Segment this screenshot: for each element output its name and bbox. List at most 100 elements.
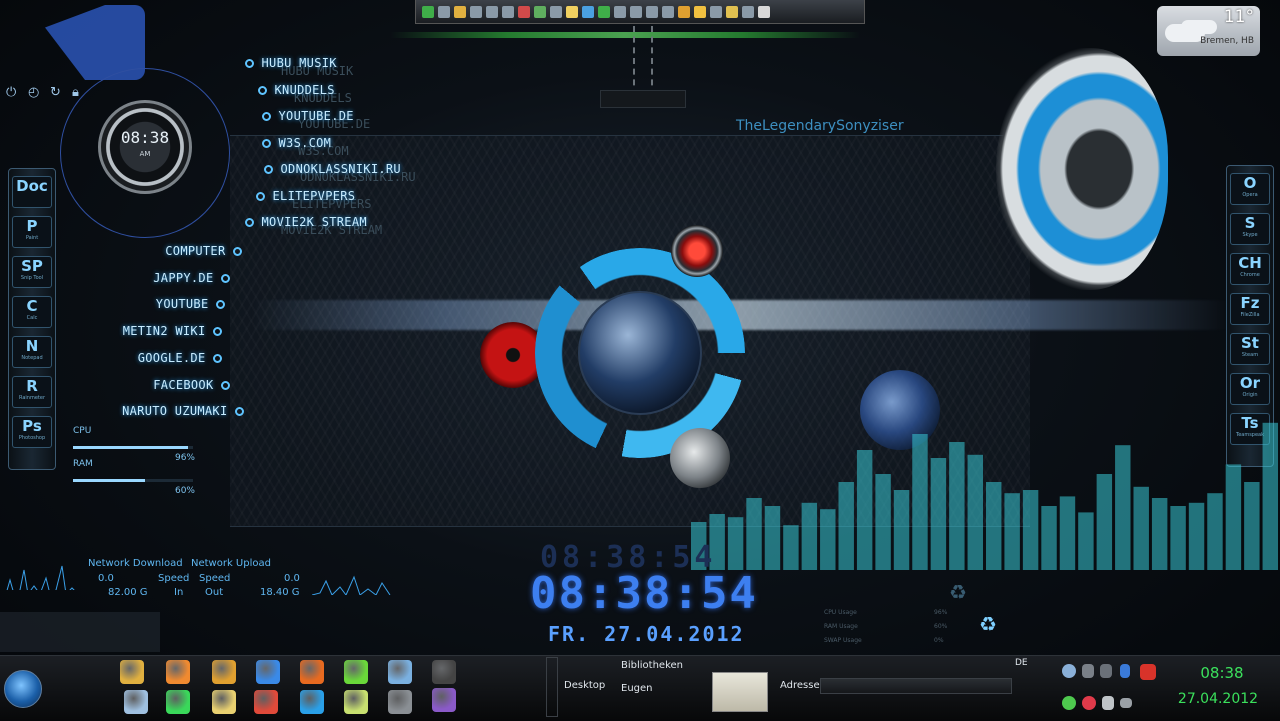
toolbar-icon[interactable] (518, 5, 530, 18)
bibliotheken-link[interactable]: Bibliotheken (621, 660, 683, 671)
toolbar-icon[interactable] (662, 5, 674, 18)
red-orb-button[interactable] (671, 225, 723, 277)
address-input[interactable] (820, 678, 1012, 694)
power-icon[interactable]: ⏻ (6, 86, 20, 100)
toolbar-icon[interactable] (582, 5, 594, 18)
link-bullet-icon (221, 273, 230, 283)
chat-tray-icon[interactable] (1062, 696, 1076, 710)
network-tray-icon[interactable] (1062, 664, 1076, 678)
status-glow-bar (390, 32, 860, 38)
toolbar-icon[interactable] (598, 5, 610, 18)
messenger-icon[interactable] (388, 660, 412, 684)
standby-icon[interactable]: ◴ (28, 86, 42, 100)
left-launcher-item[interactable]: C Calc (12, 296, 52, 328)
right-launcher-item[interactable]: CH Chrome (1230, 253, 1270, 285)
media-player-icon[interactable] (166, 660, 190, 684)
recycle-bin-icon[interactable]: ♻ (976, 612, 1000, 636)
link-bullet-icon (213, 353, 222, 363)
internet-explorer-icon[interactable] (256, 660, 280, 684)
bookmark-link[interactable]: YOUTUBE.DE (262, 109, 354, 123)
toolbar-icon[interactable] (502, 5, 514, 18)
chrome-icon[interactable] (254, 690, 278, 714)
bookmark-link[interactable]: HUBU MUSIK (245, 56, 337, 70)
signal-tray-icon[interactable] (1120, 698, 1132, 708)
right-launcher-item[interactable]: St Steam (1230, 333, 1270, 365)
start-button[interactable] (4, 670, 42, 708)
watermark-text: TheLegendarySonyziser (736, 118, 904, 134)
left-launcher-item[interactable]: R Rainmeter (12, 376, 52, 408)
right-launcher-item[interactable]: Fz FileZilla (1230, 293, 1270, 325)
right-launcher-item-caption: Steam (1241, 352, 1259, 358)
toolbar-icon[interactable] (422, 5, 434, 18)
left-launcher-item[interactable]: Doc (12, 176, 52, 208)
trash-icon[interactable] (758, 5, 770, 18)
bookmark-link[interactable]: ODNOKLASSNIKI.RU (264, 162, 401, 176)
bookmark-link[interactable]: YOUTUBE (156, 297, 225, 311)
volume-tray-icon[interactable] (1082, 664, 1094, 678)
bluetooth-icon[interactable] (1120, 664, 1130, 678)
record-tray-icon[interactable] (1082, 696, 1096, 710)
signature-pad-icon[interactable] (712, 672, 768, 712)
left-launcher-item[interactable]: SP Snip Tool (12, 256, 52, 288)
icq-icon[interactable] (344, 660, 368, 684)
flag-tray-icon[interactable] (1102, 696, 1114, 710)
lock-icon[interactable]: 🔒︎ (72, 86, 86, 100)
bookmark-link[interactable]: FACEBOOK (153, 378, 230, 392)
bookmark-link[interactable]: NARUTO UZUMAKI (122, 404, 244, 418)
toolbar-icon[interactable] (710, 5, 722, 18)
typography-app-icon[interactable] (432, 660, 456, 684)
visualizer-bar (875, 474, 891, 570)
left-launcher-item[interactable]: Ps Photoshop (12, 416, 52, 448)
desktop-toolbar-label[interactable]: Desktop (564, 680, 605, 691)
toolbar-icon[interactable] (694, 5, 706, 18)
bookmark-link[interactable]: GOOGLE.DE (138, 351, 222, 365)
usb-tray-icon[interactable] (1100, 664, 1112, 678)
toolbar-icon[interactable] (646, 5, 658, 18)
firefox-icon[interactable] (300, 660, 324, 684)
toolbar-icon[interactable] (630, 5, 642, 18)
toolbar-icon[interactable] (534, 5, 546, 18)
network-download-label: Network Download (88, 558, 183, 569)
lock-icon[interactable] (454, 5, 466, 18)
skype-icon[interactable] (300, 690, 324, 714)
toolbar-icon[interactable] (470, 5, 482, 18)
toolbar-icon[interactable] (614, 5, 626, 18)
recycle-app-icon[interactable] (166, 690, 190, 714)
lock-app-icon[interactable] (120, 660, 144, 684)
toolbar-scroll[interactable] (546, 657, 558, 717)
eugen-link[interactable]: Eugen (621, 683, 653, 694)
bookmark-link[interactable]: ELITEPVPERS (256, 189, 355, 203)
folder-icon[interactable] (212, 690, 236, 714)
taskbar-date[interactable]: 27.04.2012 (1168, 691, 1268, 707)
toolbar-icon[interactable] (566, 5, 578, 18)
toolbar-icon[interactable] (678, 5, 690, 18)
antivirus-tray-icon[interactable] (1140, 664, 1156, 680)
weather-widget[interactable]: 11° Bremen, HB (1157, 6, 1260, 56)
right-launcher-item[interactable]: O Opera (1230, 173, 1270, 205)
taskbar-clock[interactable]: 08:38 (1182, 664, 1262, 682)
toolbar-icon[interactable] (742, 5, 754, 18)
toolbar-icon[interactable] (550, 5, 562, 18)
toolbar-icon[interactable] (438, 5, 450, 18)
toolbar-icon[interactable] (726, 5, 738, 18)
right-launcher-item[interactable]: S Skype (1230, 213, 1270, 245)
bookmark-link[interactable]: JAPPY.DE (153, 271, 230, 285)
bookmark-link[interactable]: COMPUTER (165, 244, 242, 258)
alienware-media-disc[interactable] (996, 48, 1168, 290)
bookmark-link[interactable]: KNUDDELS (258, 83, 335, 97)
left-launcher-item[interactable]: P Paint (12, 216, 52, 248)
bookmark-link[interactable]: MOVIE2K STREAM (245, 215, 367, 229)
tools-app-icon[interactable] (388, 690, 412, 714)
left-launcher-item[interactable]: N Notepad (12, 336, 52, 368)
language-indicator[interactable]: DE (1015, 658, 1028, 668)
weather-location: Bremen, HB (1200, 36, 1254, 46)
fs-app-icon[interactable] (432, 688, 456, 712)
bookmark-link[interactable]: METIN2 WIKI (123, 324, 222, 338)
pencil-app-icon[interactable] (212, 660, 236, 684)
restart-icon[interactable]: ↻ (50, 86, 64, 100)
notepad-app-icon[interactable] (124, 690, 148, 714)
notes-app-icon[interactable] (344, 690, 368, 714)
toolbar-icon[interactable] (486, 5, 498, 18)
bookmark-link[interactable]: W3S.COM (262, 136, 331, 150)
bookmark-link-label: FACEBOOK (153, 377, 221, 392)
